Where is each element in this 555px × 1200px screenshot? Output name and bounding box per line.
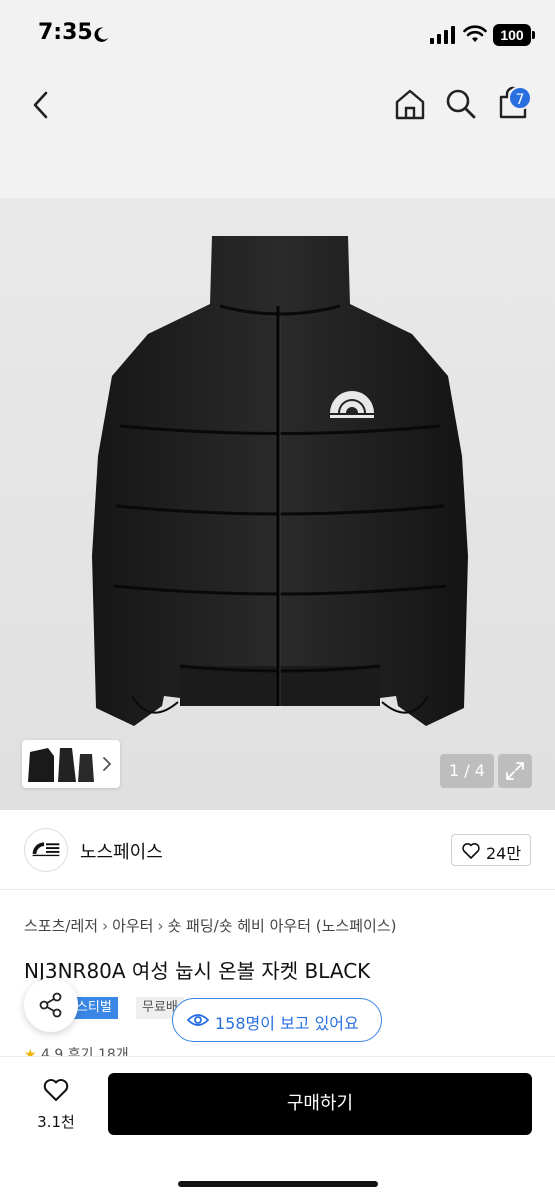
buy-button[interactable]: 구매하기 <box>108 1073 532 1135</box>
battery-indicator: 100 <box>493 24 531 46</box>
product-jacket-image <box>92 236 468 726</box>
share-button[interactable] <box>24 978 78 1032</box>
product-image-gallery[interactable] <box>0 198 555 810</box>
heart-icon <box>43 1079 69 1101</box>
breadcrumb-separator-icon: › <box>157 917 164 935</box>
brand-name[interactable]: 노스페이스 <box>80 838 163 864</box>
status-bar: 7:35 100 <box>0 0 555 70</box>
brand-like-count: 24만 <box>486 844 522 863</box>
brand-row: 노스페이스 24만 <box>0 810 555 890</box>
viewers-indicator: 158명이 보고 있어요 <box>172 998 382 1042</box>
signal-icon <box>430 26 455 44</box>
search-icon[interactable] <box>445 88 477 120</box>
breadcrumb-separator-icon: › <box>102 917 109 935</box>
brand-logo-mark <box>32 842 60 857</box>
cart-count-badge: 7 <box>508 86 532 110</box>
breadcrumb: 스포츠/레저 › 아우터 › 숏 패딩/숏 헤비 아우터 (노스페이스) <box>24 915 397 936</box>
home-indicator <box>178 1181 378 1187</box>
wishlist-count: 3.1천 <box>37 1113 75 1131</box>
expand-button[interactable] <box>498 754 532 788</box>
thumbnail-images <box>28 748 94 782</box>
top-header: 7:35 100 7 <box>0 0 555 198</box>
breadcrumb-item-padding[interactable]: 숏 패딩/숏 헤비 아우터 (노스페이스) <box>167 917 396 935</box>
viewers-text: 158명이 보고 있어요 <box>215 1014 359 1033</box>
wifi-icon <box>463 25 487 42</box>
bottom-action-bar: 3.1천 구매하기 <box>0 1056 555 1200</box>
brand-logo[interactable] <box>24 828 68 872</box>
expand-icon <box>506 762 524 780</box>
share-icon <box>39 992 62 1018</box>
battery-nub <box>532 31 535 39</box>
product-title: NJ3NR80A 여성 눕시 온볼 자켓 BLACK <box>24 959 371 983</box>
moon-icon <box>94 27 109 42</box>
heart-icon <box>462 843 480 859</box>
back-arrow-icon[interactable] <box>28 88 54 122</box>
eye-icon <box>187 1014 209 1026</box>
brand-like-button[interactable]: 24만 <box>451 834 531 866</box>
wishlist-button[interactable]: 3.1천 <box>20 1077 92 1141</box>
breadcrumb-item-outer[interactable]: 아우터 <box>112 917 153 935</box>
status-time: 7:35 <box>38 20 93 45</box>
chevron-right-icon[interactable] <box>100 754 114 774</box>
home-icon[interactable] <box>393 87 427 121</box>
image-counter: 1 / 4 <box>440 754 494 788</box>
breadcrumb-item-sports[interactable]: 스포츠/레저 <box>24 917 98 935</box>
